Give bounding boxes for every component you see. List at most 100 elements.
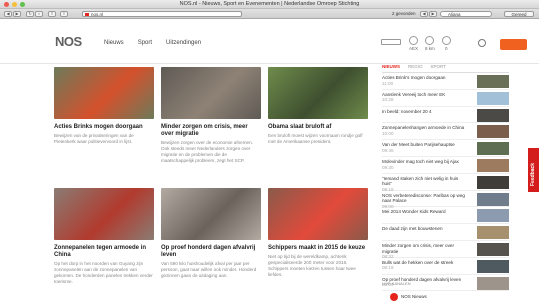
list-item-title: "Iemand staken zich niet welig in huis h… <box>382 175 459 187</box>
logo-text: NOS <box>55 34 82 49</box>
weather-icon[interactable]: 8 km <box>425 36 435 51</box>
article-card[interactable]: Acties Brinks mogen doorgaan Bewijzen va… <box>54 67 154 145</box>
window-title: NOS.nl - Nieuws, Sport en Evenementen | … <box>179 1 360 7</box>
find-results: 2 gevonden <box>392 11 416 16</box>
article-image <box>268 188 368 240</box>
list-item-title: In beeld: november 20 4 <box>382 108 432 114</box>
list-item[interactable]: Mei 2014 Wonder Kids Reward <box>382 207 509 225</box>
list-item-title: Minder zorgen om crisis, meer over migra… <box>382 242 454 254</box>
list-item[interactable]: Bulls wat de hekken over de streek 08:19 <box>382 258 509 275</box>
tv-icon[interactable] <box>380 39 402 48</box>
article-card[interactable]: Op proef honderd dagen afvalvrij leven V… <box>161 188 261 279</box>
list-item-time: 10:28 <box>382 97 394 103</box>
list-item[interactable]: Zonnepanelenhangen armoede in China 10:00 <box>382 123 509 141</box>
article-card[interactable]: Schippers maakt in 2015 de keuze Niet op… <box>268 188 368 278</box>
header-icons: AEX 8 km 0 <box>380 36 451 51</box>
find-prev-button[interactable]: ◀ <box>420 11 428 17</box>
find-input[interactable]: Aliana <box>440 11 492 17</box>
list-item-title: Zonnepanelenhangen armoede in China <box>382 125 465 131</box>
list-item[interactable]: In beeld: november 20 4 <box>382 107 509 124</box>
list-item-time: 10:00 <box>382 130 394 136</box>
bookmarks-button[interactable]: ≡ <box>60 11 68 17</box>
list-item-thumbnail <box>477 75 509 88</box>
list-item[interactable]: "Iemand staken zich niet welig in huis h… <box>382 174 509 192</box>
list-item-thumbnail <box>477 91 509 105</box>
article-title: Op proef honderd dagen afvalvrij leven <box>161 245 256 258</box>
menu-button[interactable] <box>500 39 527 50</box>
article-card[interactable]: Minder zorgen om crisis, meer over migra… <box>161 67 261 164</box>
list-item-thumbnail <box>477 125 509 139</box>
done-button[interactable]: Gereed <box>504 11 534 17</box>
main-nav: Nieuws Sport Uitzendingen <box>104 40 201 46</box>
article-title: Zonnepanelen tegen armoede in China <box>54 245 147 258</box>
live-channel-name[interactable]: NOS Nieuws <box>401 294 427 299</box>
list-item-thumbnail <box>477 259 509 273</box>
list-item-title: De daad zijn met bouwstenen <box>382 226 443 232</box>
nav-item-nieuws[interactable]: Nieuws <box>104 40 124 46</box>
list-item[interactable]: Aanslenk Vereeij toch meer EK 10:28 <box>382 90 509 107</box>
article-summary: Op het dorp in het noorden van Guyang zi… <box>54 261 153 284</box>
nos-logo[interactable]: NOS <box>55 35 82 49</box>
find-next-button[interactable]: ▶ <box>429 11 437 17</box>
article-summary: Bewijzen van de privatiseringen van de P… <box>54 133 134 144</box>
url-text: nos.nl <box>91 12 104 17</box>
live-channel-icon[interactable] <box>390 293 398 301</box>
list-item[interactable]: Acties Brink's mogen doorgaan 11:00 <box>382 73 509 90</box>
article-card[interactable]: Zonnepanelen tegen armoede in China Op h… <box>54 188 154 285</box>
list-item-thumbnail <box>477 108 509 122</box>
list-item-thumbnail <box>477 158 509 172</box>
latest-news-sidebar: NIEUWS REGIO SPORT Acties Brink's mogen … <box>382 64 509 292</box>
back-button[interactable]: ◀ <box>4 11 12 17</box>
live-channels-label: LIVE KANALEN <box>382 281 411 286</box>
home-button[interactable]: ⌂ <box>35 11 43 17</box>
list-item-time: 09:45 <box>382 147 394 153</box>
article-title: Schippers maakt in 2015 de keuze <box>268 245 366 251</box>
list-item-thumbnail <box>477 192 509 206</box>
traffic-icon[interactable]: 0 <box>441 36 451 51</box>
list-item-thumbnail <box>477 175 509 189</box>
article-summary: Een bruloft moest wijzen voornaam rondje… <box>268 133 363 144</box>
list-item[interactable]: Molevinder mag toch niet weg bij Ajax 09:… <box>382 157 509 174</box>
feedback-button[interactable]: Feedback <box>528 148 539 192</box>
radio-icon[interactable]: AEX <box>409 36 418 51</box>
sidebar-list: Acties Brink's mogen doorgaan 11:00 Aansle… <box>382 73 509 292</box>
list-item[interactable]: Van der Meet buiten Parijsehauptse 09:45 <box>382 140 509 157</box>
nav-item-uitzendingen[interactable]: Uitzendingen <box>166 40 201 46</box>
list-item-title: Molevinder mag toch niet weg bij Ajax <box>382 158 459 164</box>
list-item-thumbnail <box>477 276 509 290</box>
share-button[interactable]: ⇧ <box>48 11 56 17</box>
list-item-thumbnail <box>477 209 509 223</box>
article-summary: Niet op tijd bij de wereldkamp, achterik… <box>268 254 356 277</box>
list-item-time: 09:30 <box>382 164 394 170</box>
favicon-icon <box>85 13 89 16</box>
address-bar[interactable]: nos.nl <box>82 11 242 17</box>
find-text: Aliana <box>448 12 461 17</box>
nav-item-sport[interactable]: Sport <box>138 40 152 46</box>
article-title: Minder zorgen om crisis, meer over migra… <box>161 124 248 137</box>
site-header: NOS Nieuws Sport Uitzendingen AEX 8 km 0 <box>0 20 539 64</box>
article-image <box>54 188 154 240</box>
list-item[interactable]: Minder zorgen om crisis, meer over migra… <box>382 241 509 259</box>
article-summary: Bewijzen zorgen over de economie afnemen… <box>161 140 253 163</box>
tab-nieuws[interactable]: NIEUWS <box>382 64 400 69</box>
list-item[interactable]: De daad zijn met bouwstenen <box>382 224 509 241</box>
search-icon[interactable] <box>478 39 486 47</box>
tab-sport[interactable]: SPORT <box>431 64 446 69</box>
list-item-time: 08:19 <box>382 265 394 271</box>
feedback-label: Feedback <box>530 162 536 186</box>
reload-button[interactable]: ↻ <box>26 11 34 17</box>
sidebar-tabs: NIEUWS REGIO SPORT <box>382 64 509 73</box>
list-item[interactable]: NOS verbeteredisconse: Paribas op weg na… <box>382 191 509 209</box>
browser-toolbar: ◀ ▶ ↻ ⌂ ⇧ ≡ nos.nl 2 gevonden ◀ ▶ Aliana… <box>0 9 539 19</box>
window-titlebar: NOS.nl - Nieuws, Sport en Evenementen | … <box>0 0 539 9</box>
article-summary: Van 590 kilo huishoudelijk afval per jaa… <box>161 261 257 278</box>
article-image <box>54 67 154 119</box>
article-image <box>161 188 261 240</box>
list-item-title: NOS verbeteredisconse: Paribas op weg na… <box>382 192 465 204</box>
article-card[interactable]: Obama slaat bruloft af Een bruloft moest… <box>268 67 368 145</box>
article-title: Acties Brinks mogen doorgaan <box>54 124 143 130</box>
forward-button[interactable]: ▶ <box>13 11 21 17</box>
list-item-title: Van der Meet buiten Parijsehauptse <box>382 142 455 148</box>
article-image <box>161 67 261 119</box>
tab-regio[interactable]: REGIO <box>408 64 423 69</box>
